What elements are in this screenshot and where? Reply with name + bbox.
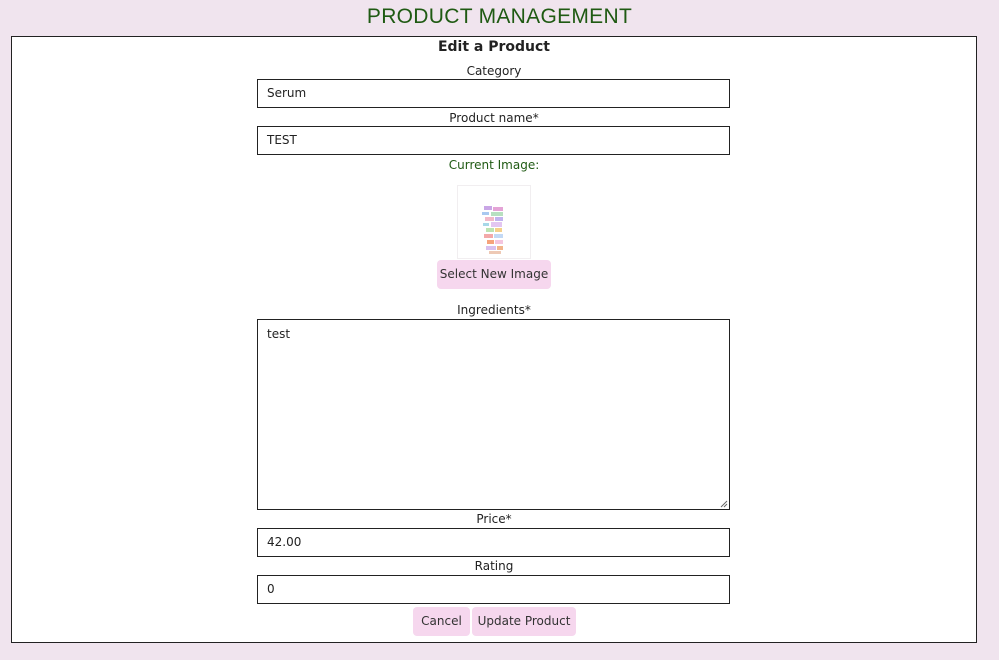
rating-label: Rating (474, 559, 514, 573)
price-label: Price* (476, 512, 512, 526)
product-image-thumbnail (482, 206, 503, 254)
product-name-field[interactable]: TEST (257, 126, 730, 155)
price-field[interactable]: 42.00 (257, 528, 730, 557)
edit-product-panel: Edit a Product Category Serum Product na… (11, 36, 977, 643)
ingredients-label: Ingredients* (457, 303, 531, 317)
select-new-image-button[interactable]: Select New Image (437, 260, 551, 289)
product-name-label: Product name* (449, 111, 539, 125)
ingredients-textarea[interactable]: test (257, 319, 730, 510)
ingredients-text: test (267, 327, 291, 341)
current-image-label: Current Image: (448, 158, 540, 172)
rating-field[interactable]: 0 (257, 575, 730, 604)
page-title: PRODUCT MANAGEMENT (366, 5, 633, 28)
category-field[interactable]: Serum (257, 79, 730, 108)
update-product-button[interactable]: Update Product (472, 607, 576, 636)
category-label: Category (466, 64, 522, 78)
form-title: Edit a Product (437, 39, 551, 55)
resize-handle-icon[interactable] (720, 500, 728, 508)
cancel-button[interactable]: Cancel (413, 607, 470, 636)
current-product-image (457, 185, 531, 259)
